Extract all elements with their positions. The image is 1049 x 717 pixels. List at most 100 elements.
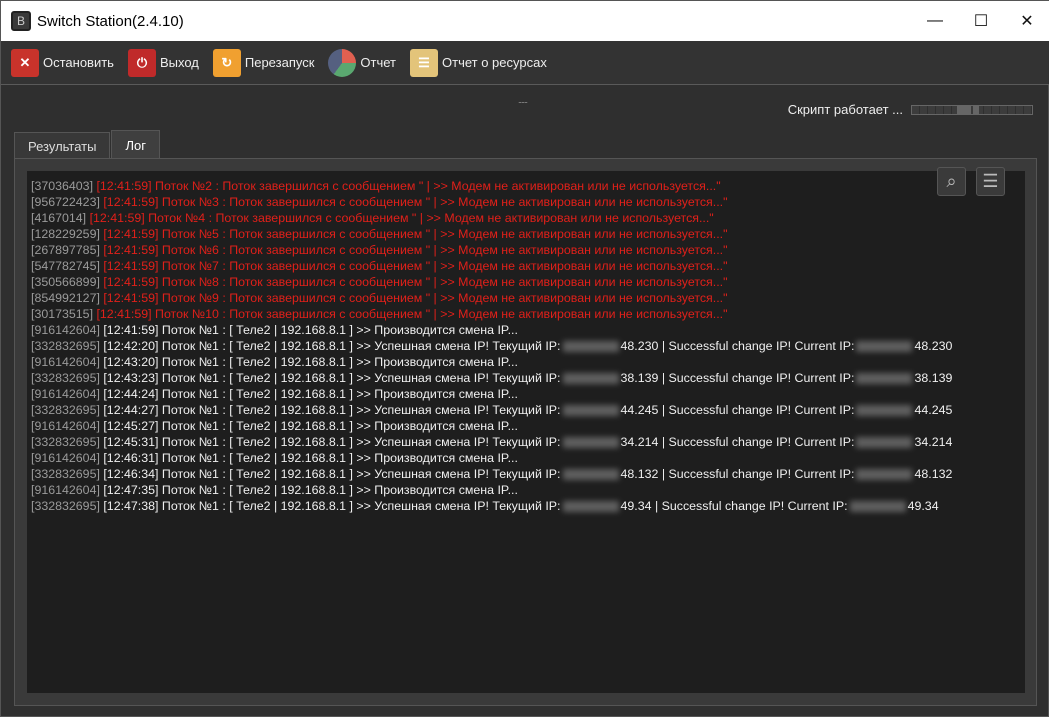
splitter-grip[interactable]: ...... xyxy=(518,95,528,105)
log-entry-id: [37036403] xyxy=(31,179,97,193)
log-message: Поток №1 : [ Теле2 | 192.168.8.1 ] >> Пр… xyxy=(158,355,518,369)
log-view[interactable]: [37036403] [12:41:59] Поток №2 : Поток з… xyxy=(27,171,1025,693)
ip-suffix: 34.214 xyxy=(620,435,659,449)
search-icon: ⌕ xyxy=(946,171,957,191)
log-time: [12:47:38] xyxy=(103,499,159,513)
log-line: [332832695] [12:46:34] Поток №1 : [ Теле… xyxy=(31,466,1025,482)
log-entry-id: [332832695] xyxy=(31,499,104,513)
app-icon: B xyxy=(11,11,31,31)
log-time: [12:42:20] xyxy=(103,339,159,353)
log-entry-id: [350566899] xyxy=(31,275,104,289)
power-icon: ⏻ xyxy=(127,48,156,77)
log-time: [12:41:59] xyxy=(103,291,159,305)
menu-icon: ☰ xyxy=(982,171,999,191)
log-message: Поток №1 : [ Теле2 | 192.168.8.1 ] >> Пр… xyxy=(158,419,518,433)
log-message-en: | Successful change IP! Current IP: xyxy=(658,435,855,449)
title-bar: B Switch Station(2.4.10) — ☐ ✕ xyxy=(1,1,1049,41)
log-message: Поток №9 : Поток завершился с сообщением… xyxy=(158,291,728,305)
log-line: [4167014] [12:41:59] Поток №4 : Поток за… xyxy=(31,210,1025,226)
log-line: [267897785] [12:41:59] Поток №6 : Поток … xyxy=(31,242,1025,258)
log-entry-id: [916142604] xyxy=(31,355,104,369)
log-line: [956722423] [12:41:59] Поток №3 : Поток … xyxy=(31,194,1025,210)
log-time: [12:46:34] xyxy=(103,467,159,481)
log-time: [12:44:27] xyxy=(103,403,159,417)
log-line: [547782745] [12:41:59] Поток №7 : Поток … xyxy=(31,258,1025,274)
log-time: [12:41:59] xyxy=(103,227,159,241)
stop-icon: ✕ xyxy=(11,48,39,77)
ip-suffix: 38.139 xyxy=(914,371,953,385)
log-line: [916142604] [12:47:35] Поток №1 : [ Теле… xyxy=(31,482,1025,498)
log-message: Поток №1 : [ Теле2 | 192.168.8.1 ] >> Ус… xyxy=(158,435,561,449)
log-line: [37036403] [12:41:59] Поток №2 : Поток з… xyxy=(31,178,1025,194)
log-message: Поток №1 : [ Теле2 | 192.168.8.1 ] >> Ус… xyxy=(158,339,561,353)
redacted-ip xyxy=(856,437,913,449)
ip-suffix: 49.34 xyxy=(620,499,652,513)
restart-icon: ↻ xyxy=(212,48,241,77)
search-button[interactable]: ⌕ xyxy=(937,167,966,196)
log-line: [332832695] [12:47:38] Поток №1 : [ Теле… xyxy=(31,498,1025,514)
ip-suffix: 44.245 xyxy=(620,403,659,417)
log-time: [12:43:23] xyxy=(103,371,159,385)
log-time: [12:41:59] xyxy=(96,179,152,193)
tab-log[interactable]: Лог xyxy=(111,130,160,160)
log-time: [12:41:59] xyxy=(103,323,159,337)
log-time: [12:44:24] xyxy=(103,387,159,401)
close-button[interactable]: ✕ xyxy=(1004,1,1049,41)
log-message-en: | Successful change IP! Current IP: xyxy=(658,339,855,353)
log-time: [12:41:59] xyxy=(103,195,159,209)
toolbar-button-label: Остановить xyxy=(43,55,114,70)
log-message-en: | Successful change IP! Current IP: xyxy=(651,499,848,513)
redacted-ip xyxy=(856,405,913,417)
log-line: [854992127] [12:41:59] Поток №9 : Поток … xyxy=(31,290,1025,306)
log-message: Поток №1 : [ Теле2 | 192.168.8.1 ] >> Пр… xyxy=(158,387,518,401)
log-line: [916142604] [12:46:31] Поток №1 : [ Теле… xyxy=(31,450,1025,466)
log-message: Поток №1 : [ Теле2 | 192.168.8.1 ] >> Ус… xyxy=(158,371,561,385)
log-message: Поток №1 : [ Теле2 | 192.168.8.1 ] >> Ус… xyxy=(158,467,561,481)
log-entry-id: [4167014] xyxy=(31,211,90,225)
toolbar-button-pie-chart[interactable]: Отчет xyxy=(328,48,396,77)
redacted-ip xyxy=(562,469,619,481)
log-line: [916142604] [12:44:24] Поток №1 : [ Теле… xyxy=(31,386,1025,402)
redacted-ip xyxy=(562,437,619,449)
redacted-ip xyxy=(562,373,619,385)
progress-bar xyxy=(911,104,1033,115)
log-line: [916142604] [12:43:20] Поток №1 : [ Теле… xyxy=(31,354,1025,370)
pie-chart-icon xyxy=(328,48,357,77)
log-time: [12:43:20] xyxy=(103,355,159,369)
log-line: [332832695] [12:45:31] Поток №1 : [ Теле… xyxy=(31,434,1025,450)
toolbar-button-stop[interactable]: ✕ Остановить xyxy=(11,48,114,77)
minimize-button[interactable]: — xyxy=(912,1,958,41)
log-message: Поток №1 : [ Теле2 | 192.168.8.1 ] >> Пр… xyxy=(158,323,518,337)
log-message: Поток №8 : Поток завершился с сообщением… xyxy=(158,275,728,289)
ip-suffix: 44.245 xyxy=(914,403,953,417)
log-message: Поток №1 : [ Теле2 | 192.168.8.1 ] >> Пр… xyxy=(158,483,518,497)
log-time: [12:47:35] xyxy=(103,483,159,497)
tab-results[interactable]: Результаты xyxy=(14,132,111,160)
toolbar-button-label: Отчет о ресурсах xyxy=(442,55,547,70)
toolbar-button-power[interactable]: ⏻ Выход xyxy=(127,48,199,77)
log-message: Поток №7 : Поток завершился с сообщением… xyxy=(158,259,728,273)
log-entry-id: [332832695] xyxy=(31,467,104,481)
maximize-button[interactable]: ☐ xyxy=(958,1,1004,41)
log-entry-id: [267897785] xyxy=(31,243,104,257)
log-message: Поток №1 : [ Теле2 | 192.168.8.1 ] >> Пр… xyxy=(158,451,518,465)
tab-bar: Результаты Лог xyxy=(14,130,161,160)
toolbar-button-list[interactable]: ☰ Отчет о ресурсах xyxy=(410,48,547,77)
log-entry-id: [916142604] xyxy=(31,451,104,465)
redacted-ip xyxy=(562,501,619,513)
log-time: [12:45:31] xyxy=(103,435,159,449)
log-entry-id: [332832695] xyxy=(31,403,104,417)
log-message: Поток №1 : [ Теле2 | 192.168.8.1 ] >> Ус… xyxy=(158,499,561,513)
log-message-en: | Successful change IP! Current IP: xyxy=(658,403,855,417)
redacted-ip xyxy=(562,341,619,353)
redacted-ip xyxy=(856,469,913,481)
log-line: [916142604] [12:41:59] Поток №1 : [ Теле… xyxy=(31,322,1025,338)
log-message: Поток №3 : Поток завершился с сообщением… xyxy=(158,195,728,209)
log-entry-id: [916142604] xyxy=(31,387,104,401)
menu-button[interactable]: ☰ xyxy=(976,167,1005,196)
toolbar-button-restart[interactable]: ↻ Перезапуск xyxy=(212,48,314,77)
log-line: [332832695] [12:44:27] Поток №1 : [ Теле… xyxy=(31,402,1025,418)
log-line: [350566899] [12:41:59] Поток №8 : Поток … xyxy=(31,274,1025,290)
log-time: [12:41:59] xyxy=(103,275,159,289)
log-time: [12:45:27] xyxy=(103,419,159,433)
